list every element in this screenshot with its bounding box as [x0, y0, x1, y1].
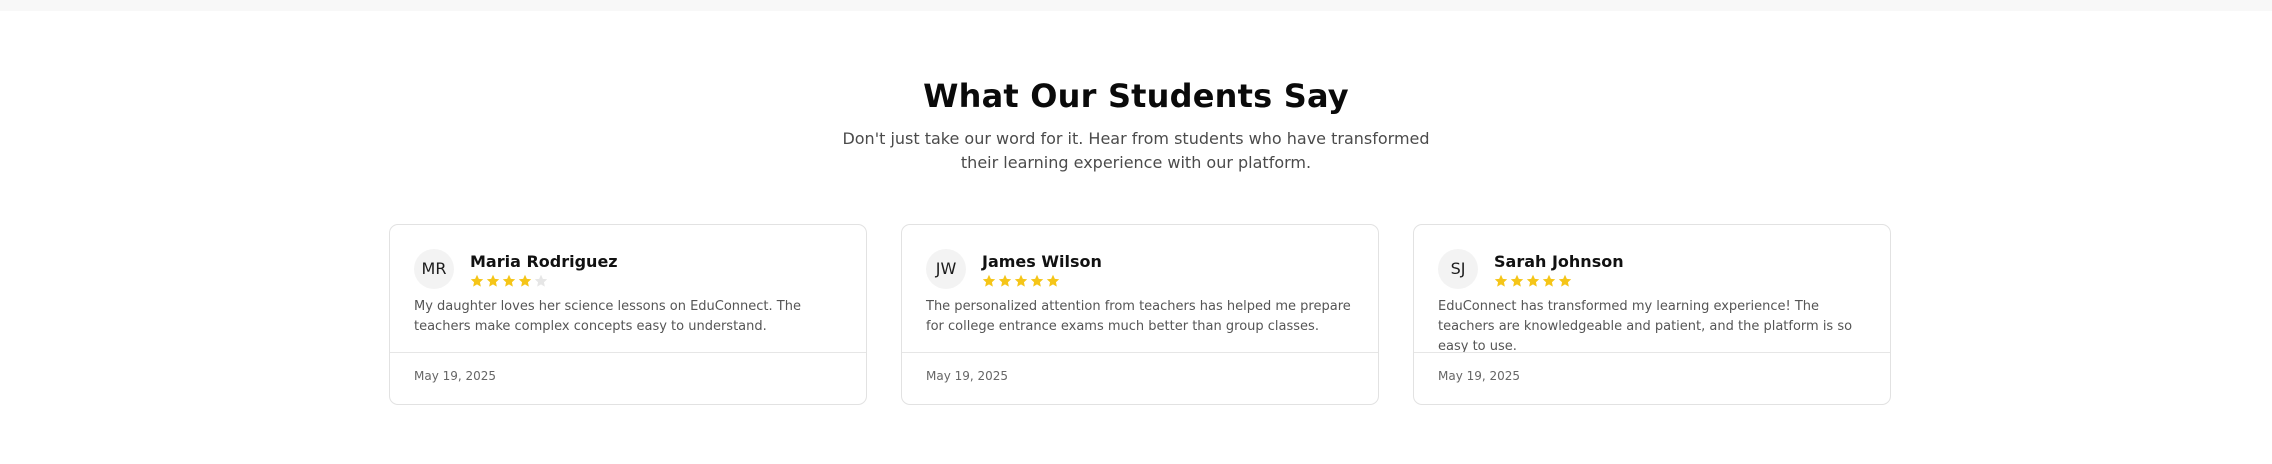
testimonial-card: SJ Sarah Johnson EduConnect has transfor… — [1413, 224, 1891, 405]
star-filled-icon — [982, 274, 996, 287]
review-date: May 19, 2025 — [414, 369, 497, 383]
top-strip — [0, 0, 2272, 11]
star-rating — [982, 274, 1060, 288]
star-rating — [470, 274, 548, 288]
testimonial-card: JW James Wilson The personalized attenti… — [901, 224, 1379, 405]
testimonial-card: MR Maria Rodriguez My daughter loves her… — [389, 224, 867, 405]
star-rating — [1494, 274, 1572, 288]
reviewer-name: James Wilson — [982, 252, 1102, 271]
card-divider — [390, 352, 866, 353]
star-filled-icon — [486, 274, 500, 287]
card-divider — [902, 352, 1378, 353]
reviewer-name: Maria Rodriguez — [470, 252, 618, 271]
star-filled-icon — [1014, 274, 1028, 287]
star-empty-icon — [534, 274, 548, 287]
card-divider — [1414, 352, 1890, 353]
review-text: The personalized attention from teachers… — [926, 299, 1351, 334]
star-filled-icon — [1542, 274, 1556, 287]
star-filled-icon — [1510, 274, 1524, 287]
reviewer-name: Sarah Johnson — [1494, 252, 1624, 271]
star-filled-icon — [518, 274, 532, 287]
star-filled-icon — [998, 274, 1012, 287]
star-filled-icon — [1526, 274, 1540, 287]
star-filled-icon — [1558, 274, 1572, 287]
star-filled-icon — [1046, 274, 1060, 287]
review-date: May 19, 2025 — [926, 369, 1009, 383]
star-filled-icon — [1030, 274, 1044, 287]
testimonials-list: MR Maria Rodriguez My daughter loves her… — [389, 224, 1894, 407]
star-filled-icon — [502, 274, 516, 287]
avatar: SJ — [1438, 249, 1478, 289]
review-text: My daughter loves her science lessons on… — [414, 299, 801, 334]
review-text: EduConnect has transformed my learning e… — [1438, 299, 1853, 354]
section-title: What Our Students Say — [923, 77, 1349, 115]
section-subtitle: Don't just take our word for it. Hear fr… — [842, 129, 1430, 172]
star-filled-icon — [1494, 274, 1508, 287]
star-filled-icon — [470, 274, 484, 287]
review-date: May 19, 2025 — [1438, 369, 1521, 383]
avatar: JW — [926, 249, 966, 289]
avatar: MR — [414, 249, 454, 289]
